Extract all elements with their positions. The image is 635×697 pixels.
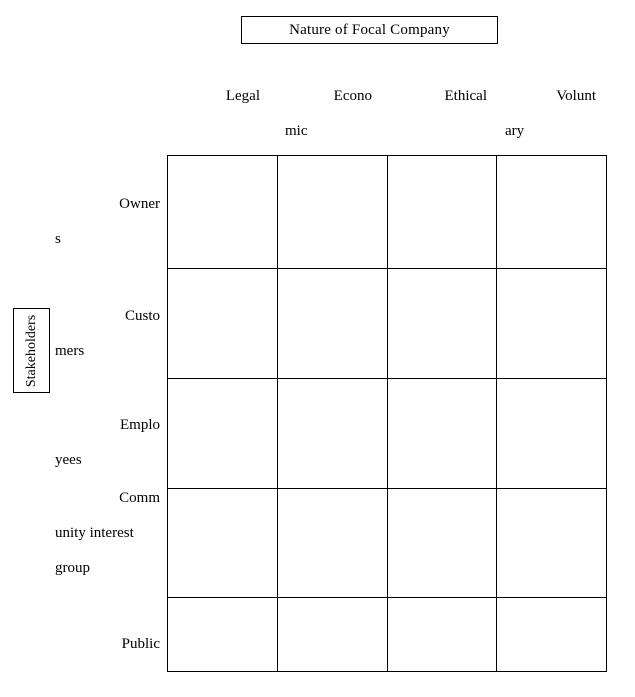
column-header-voluntary-line-2: ary	[505, 123, 525, 139]
row-label-community-interest-group: Comm unity interest group	[55, 490, 160, 576]
column-header-legal: Legal	[150, 88, 260, 104]
row-label-customers-line-2: mers	[55, 343, 85, 359]
matrix-cell-community-voluntary[interactable]	[496, 488, 607, 598]
figure-title-box: Nature of Focal Company	[241, 16, 498, 44]
matrix-cell-owners-economic[interactable]	[276, 155, 388, 269]
matrix-cell-customers-legal[interactable]	[167, 268, 278, 379]
stakeholder-responsibility-matrix	[167, 155, 607, 672]
matrix-cell-employees-legal[interactable]	[167, 378, 278, 489]
stakeholders-axis-label-box: Stakeholders	[13, 308, 50, 393]
row-label-owners-line-1: Owner	[119, 196, 160, 212]
column-header-economic-line-2: mic	[285, 123, 308, 139]
matrix-cell-employees-economic[interactable]	[276, 378, 388, 489]
column-header-ethical: Ethical	[373, 88, 487, 104]
stakeholders-axis-label-text: Stakeholders	[23, 314, 39, 387]
row-label-public-line-1: Public	[121, 636, 160, 652]
matrix-cell-customers-voluntary[interactable]	[496, 268, 607, 379]
column-header-voluntary-line-1: Volunt	[556, 88, 596, 104]
matrix-cell-community-legal[interactable]	[167, 488, 278, 598]
row-label-public: Public	[55, 636, 160, 652]
row-label-employees-line-1: Emplo	[120, 417, 160, 433]
table-row	[167, 488, 607, 598]
table-row	[167, 378, 607, 489]
column-header-ethical-line-1: Ethical	[444, 88, 487, 104]
table-row	[167, 597, 607, 672]
matrix-cell-public-economic[interactable]	[276, 597, 388, 672]
figure-title-text: Nature of Focal Company	[289, 21, 450, 38]
matrix-cell-owners-voluntary[interactable]	[496, 155, 607, 269]
row-label-owners: Owner s	[55, 196, 160, 247]
matrix-cell-owners-ethical[interactable]	[386, 155, 498, 269]
column-header-economic: Econo mic	[285, 88, 372, 139]
diagram-canvas: Nature of Focal Company Legal Econo mic …	[0, 0, 635, 697]
column-header-economic-line-1: Econo	[333, 88, 372, 104]
row-label-employees: Emplo yees	[55, 417, 160, 468]
row-label-employees-line-2: yees	[55, 452, 82, 468]
row-label-customers-line-1: Custo	[124, 308, 160, 324]
row-label-customers: Custo mers	[55, 308, 160, 359]
row-label-community-line-1: Comm	[119, 490, 160, 506]
matrix-cell-public-ethical[interactable]	[386, 597, 498, 672]
matrix-cell-community-ethical[interactable]	[386, 488, 498, 598]
matrix-cell-customers-ethical[interactable]	[386, 268, 498, 379]
table-row	[167, 268, 607, 379]
row-label-owners-line-2: s	[55, 231, 61, 247]
column-header-legal-line-1: Legal	[225, 88, 260, 104]
column-header-voluntary: Volunt ary	[505, 88, 596, 139]
row-label-community-line-3: group	[55, 560, 90, 576]
matrix-cell-public-legal[interactable]	[167, 597, 278, 672]
matrix-cell-employees-voluntary[interactable]	[496, 378, 607, 489]
matrix-cell-owners-legal[interactable]	[167, 155, 278, 269]
matrix-cell-employees-ethical[interactable]	[386, 378, 498, 489]
matrix-cell-customers-economic[interactable]	[276, 268, 388, 379]
matrix-cell-community-economic[interactable]	[276, 488, 388, 598]
matrix-cell-public-voluntary[interactable]	[496, 597, 607, 672]
row-label-community-line-2: unity interest	[55, 525, 134, 541]
table-row	[167, 155, 607, 269]
